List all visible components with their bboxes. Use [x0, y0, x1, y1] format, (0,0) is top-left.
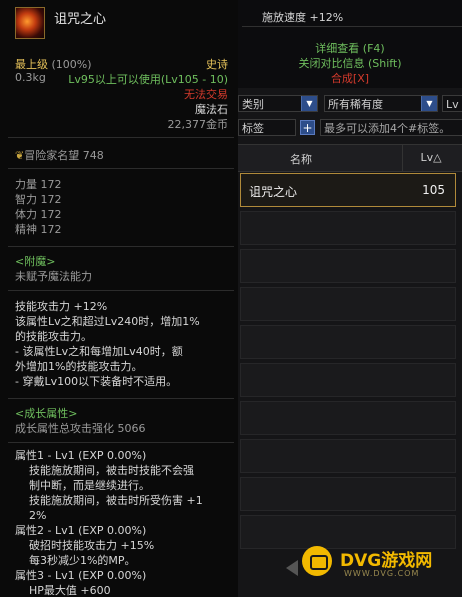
item-name: 诅咒之心	[54, 12, 107, 27]
untradeable-text: 无法交易	[184, 88, 228, 101]
watermark-text: DVG游戏网	[340, 551, 433, 571]
weight-text: 0.3kg	[15, 71, 46, 84]
weight-row: 0.3kg Lv95以上可以使用(Lv105 - 10)	[15, 71, 228, 86]
growth-line: HP最大值 +600	[15, 584, 111, 597]
rarity-select[interactable]: 所有稀有度 ▼	[324, 95, 438, 112]
growth-lines: 属性1 - Lv1 (EXP 0.00%) 技能施放期间，被击时技能不会强 制中…	[15, 448, 232, 597]
tooltip-header: 诅咒之心	[0, 0, 238, 46]
growth-total: 成长属性总攻击强化 5066	[15, 422, 146, 435]
stat-int: 智力 172	[15, 193, 62, 206]
item-tooltip: 诅咒之心 最上级 (100%) 史诗 0.3kg Lv95以上可以使用(Lv10…	[0, 0, 239, 597]
list-item-level: 105	[422, 183, 445, 197]
growth-line: 破招时技能攻击力 +15%	[15, 539, 155, 552]
level-select[interactable]: Lv	[442, 95, 462, 112]
skill-section: 技能攻击力 +12% 该属性Lv之和超过Lv240时，增加1% 的技能攻击力。 …	[15, 299, 232, 389]
price-text: 22,377金币	[167, 118, 229, 131]
list-item[interactable]	[240, 325, 456, 359]
list-item[interactable]	[240, 439, 456, 473]
enchant-section: <附魔> 未赋予魔法能力	[15, 254, 232, 284]
stat-spi: 精神 172	[15, 223, 62, 236]
growth-line: 2%	[15, 509, 47, 522]
growth-line: 技能施放期间，被击时所受伤害 +1	[15, 494, 203, 507]
divider	[8, 168, 234, 169]
chevron-down-icon: ▼	[301, 96, 317, 111]
skill-line: 外增加1%的技能攻击力。	[15, 360, 143, 373]
list-item[interactable]	[240, 287, 456, 321]
list-item[interactable]	[240, 249, 456, 283]
skill-line: 该属性Lv之和超过Lv240时，增加1%	[15, 315, 200, 328]
compare-info: 施放速度 +12% 详细查看 (F4) 关闭对比信息 (Shift) 合成[X]	[238, 0, 462, 88]
enchant-text: 未赋予魔法能力	[15, 270, 92, 283]
growth-section: <成长属性> 成长属性总攻击强化 5066	[15, 406, 232, 436]
list-item-selected[interactable]: 诅咒之心 105	[240, 173, 456, 207]
watermark-logo-icon	[302, 546, 332, 576]
list-header: 名称 Lv△	[238, 144, 462, 172]
divider	[8, 398, 234, 399]
fame-icon: ❦	[15, 149, 25, 162]
growth-line: 制中断，而是继续进行。	[15, 479, 150, 492]
divider	[8, 442, 234, 443]
grade-row: 最上级 (100%) 史诗	[15, 56, 228, 71]
detail-link[interactable]: 详细查看 (F4)	[238, 40, 462, 56]
add-tag-button[interactable]: +	[300, 120, 315, 135]
list-item[interactable]	[240, 401, 456, 435]
req-level-text: Lv95以上可以使用(Lv105 - 10)	[68, 73, 228, 86]
rarity-text: 史诗	[206, 58, 228, 71]
watermark-url: WWW.DVG.COM	[344, 569, 420, 578]
skill-line: 技能攻击力 +12%	[15, 300, 108, 313]
stat-str: 力量 172	[15, 178, 62, 191]
growth-line: 属性1 - Lv1 (EXP 0.00%)	[15, 449, 147, 462]
type-row: 魔法石	[15, 101, 228, 116]
skill-line: - 该属性Lv之和每增加Lv40时，额	[15, 345, 183, 358]
speed-line: 施放速度 +12%	[262, 11, 344, 24]
watermark: DVG游戏网 WWW.DVG.COM	[302, 542, 462, 597]
chevron-down-icon: ▼	[421, 96, 437, 111]
stats-section: 力量 172 智力 172 体力 172 精神 172	[15, 177, 232, 237]
fame-text: ❦冒险家名望 748	[15, 149, 104, 162]
skill-line: 的技能攻击力。	[15, 330, 92, 343]
growth-title: <成长属性>	[15, 407, 78, 420]
divider	[8, 290, 234, 291]
trade-row: 无法交易	[15, 86, 228, 101]
category-select[interactable]: 类别 ▼	[238, 95, 318, 112]
compare-link[interactable]: 关闭对比信息 (Shift)	[238, 55, 462, 71]
item-icon	[15, 7, 45, 39]
list-item-name: 诅咒之心	[249, 185, 298, 199]
divider	[242, 26, 462, 27]
col-lv-header[interactable]: Lv△	[402, 145, 459, 171]
tag-label-box: 标签	[238, 119, 296, 136]
fame-row: ❦冒险家名望 748	[15, 147, 228, 162]
divider	[8, 137, 234, 138]
growth-line: 属性2 - Lv1 (EXP 0.00%)	[15, 524, 147, 537]
tag-input[interactable]: 最多可以添加4个#标签。	[320, 119, 462, 136]
grade-text: 最上级 (100%)	[15, 58, 92, 71]
synth-link[interactable]: 合成[X]	[238, 70, 462, 86]
item-list-panel: 施放速度 +12% 详细查看 (F4) 关闭对比信息 (Shift) 合成[X]…	[238, 0, 462, 597]
growth-line: 每3秒减少1%的MP。	[15, 554, 136, 567]
enchant-title: <附魔>	[15, 255, 56, 268]
divider	[8, 246, 234, 247]
list-item[interactable]	[240, 363, 456, 397]
stat-vit: 体力 172	[15, 208, 62, 221]
price-row: 22,377金币	[15, 116, 229, 131]
skill-line: - 穿戴Lv100以下装备时不适用。	[15, 375, 178, 388]
page-left-arrow-icon[interactable]	[286, 560, 298, 576]
col-name-header[interactable]: 名称	[290, 151, 312, 167]
growth-line: 属性3 - Lv1 (EXP 0.00%)	[15, 569, 147, 582]
item-type-text: 魔法石	[195, 103, 228, 116]
list-item[interactable]	[240, 211, 456, 245]
list-item[interactable]	[240, 477, 456, 511]
growth-line: 技能施放期间，被击时技能不会强	[15, 464, 194, 477]
